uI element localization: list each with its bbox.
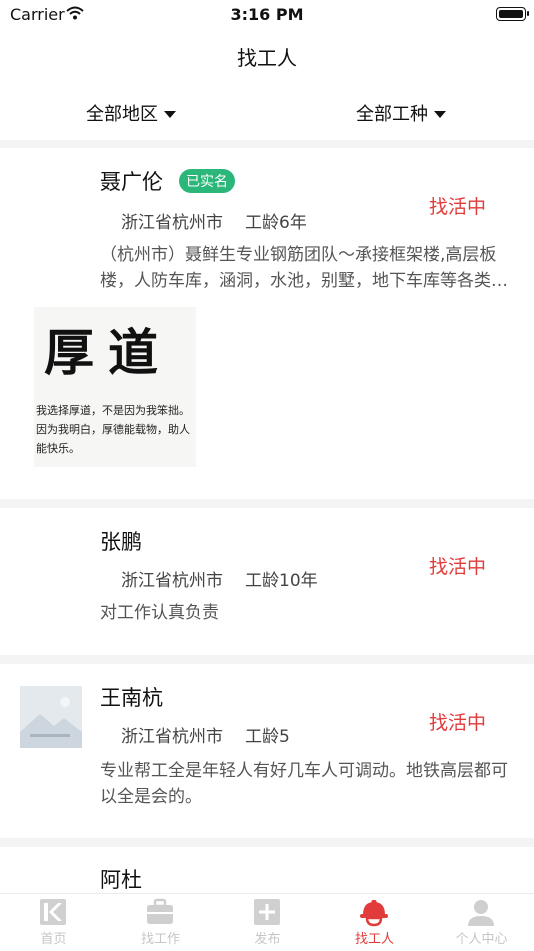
person-icon xyxy=(468,900,494,926)
trade-filter[interactable]: 全部工种 xyxy=(356,100,446,126)
worker-photo[interactable]: 厚道 我选择厚道，不是因为我笨拙。因为我明白，厚德能载物，助人能快乐。 xyxy=(34,307,196,467)
filter-bar: 全部地区 全部工种 xyxy=(0,80,534,140)
clock: 3:16 PM xyxy=(230,5,304,24)
calligraphy-caption: 我选择厚道，不是因为我笨拙。因为我明白，厚德能载物，助人能快乐。 xyxy=(36,404,190,455)
home-icon xyxy=(40,899,66,925)
caret-down-icon xyxy=(164,110,176,118)
worker-status: 找活中 xyxy=(429,712,487,734)
worker-name: 聂广伦 xyxy=(100,170,163,194)
hardhat-icon xyxy=(360,900,388,927)
worker-card[interactable]: 张鹏 浙江省杭州市 工龄10年 找活中 对工作认真负责 xyxy=(0,508,534,655)
battery-icon xyxy=(496,7,529,21)
worker-location: 浙江省杭州市 xyxy=(121,213,223,233)
worker-status: 找活中 xyxy=(429,556,487,578)
nav-bar: 找工人 xyxy=(0,30,534,80)
worker-description: 专业帮工全是年轻人有好几车人可调动。地铁高层都可以全是会的。 xyxy=(100,761,508,807)
trade-filter-label: 全部工种 xyxy=(356,104,428,125)
tab-home[interactable]: 首页 xyxy=(0,894,107,951)
worker-description: 对工作认真负责 xyxy=(100,603,219,623)
worker-location: 浙江省杭州市 xyxy=(121,571,223,591)
verified-badge: 已实名 xyxy=(179,169,235,193)
tab-publish[interactable]: 发布 xyxy=(214,894,321,951)
region-filter[interactable]: 全部地区 xyxy=(86,100,176,126)
worker-meta: 浙江省杭州市 工龄5 xyxy=(121,722,290,747)
worker-card[interactable]: 阿杜 xyxy=(0,847,534,893)
tab-home-label: 首页 xyxy=(40,932,67,947)
image-placeholder-icon[interactable] xyxy=(20,686,82,748)
tab-profile-label: 个人中心 xyxy=(455,932,508,947)
worker-description: （杭州市）聂鲜生专业钢筋团队～承接框架楼,高层板楼，人防车库，涵洞，水池，别墅，… xyxy=(100,245,508,291)
tab-publish-label: 发布 xyxy=(254,932,281,947)
worker-status: 找活中 xyxy=(429,196,487,218)
caret-down-icon xyxy=(434,110,446,118)
worker-meta: 浙江省杭州市 工龄10年 xyxy=(121,566,318,591)
tab-bar: 首页 找工作 发布 找工人 个人中心 xyxy=(0,893,534,951)
plus-icon xyxy=(254,899,280,925)
worker-name: 阿杜 xyxy=(100,868,142,892)
page-title: 找工人 xyxy=(237,46,297,70)
tab-find-worker[interactable]: 找工人 xyxy=(321,894,428,951)
tab-find-job-label: 找工作 xyxy=(140,932,180,947)
tab-profile[interactable]: 个人中心 xyxy=(428,894,534,951)
tab-find-worker-label: 找工人 xyxy=(354,932,394,947)
worker-name: 王南杭 xyxy=(100,686,163,710)
briefcase-icon xyxy=(147,898,173,924)
region-filter-label: 全部地区 xyxy=(86,104,158,125)
tab-find-job[interactable]: 找工作 xyxy=(107,894,214,951)
worker-experience: 工龄10年 xyxy=(245,571,318,591)
worker-meta: 浙江省杭州市 工龄6年 xyxy=(121,208,307,233)
calligraphy-headline: 厚道 xyxy=(44,323,172,382)
worker-name: 张鹏 xyxy=(100,530,142,554)
worker-experience: 工龄5 xyxy=(245,727,290,747)
status-bar: Carrier 3:16 PM xyxy=(0,0,534,30)
worker-experience: 工龄6年 xyxy=(245,213,307,233)
worker-location: 浙江省杭州市 xyxy=(121,727,223,747)
